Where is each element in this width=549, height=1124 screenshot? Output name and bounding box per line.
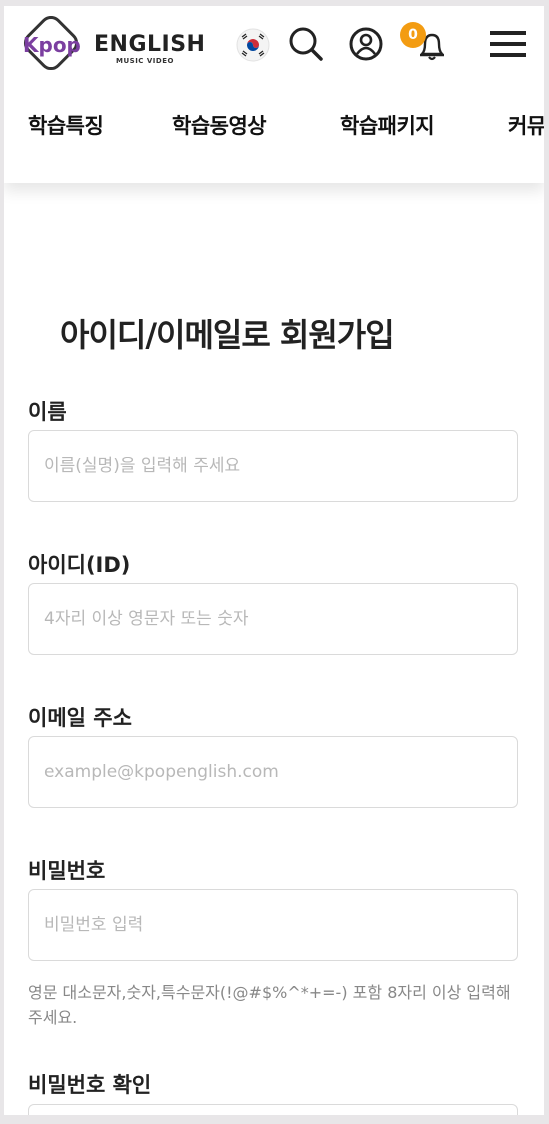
- site-header: Kpop ENGLISH MUSIC VIDEO 0 학습특징 학습동영상 학습…: [4, 6, 544, 183]
- password-hint: 영문 대소문자,숫자,특수문자(!@#$%^*+=-) 포함 8자리 이상 입력…: [28, 983, 511, 1027]
- id-field: [28, 583, 518, 655]
- svg-text:Kpop: Kpop: [23, 33, 81, 57]
- logo-subtext: MUSIC VIDEO: [116, 57, 174, 65]
- password-input[interactable]: [29, 890, 517, 960]
- id-label: 아이디(ID): [28, 553, 131, 577]
- nav-item-learning-videos[interactable]: 학습동영상: [172, 110, 267, 140]
- email-label: 이메일 주소: [28, 706, 132, 730]
- email-field: [28, 736, 518, 808]
- page: Kpop ENGLISH MUSIC VIDEO 0 학습특징 학습동영상 학습…: [4, 6, 544, 1115]
- main-nav: 학습특징 학습동영상 학습패키지 커뮤: [4, 110, 544, 150]
- search-icon[interactable]: [286, 24, 326, 64]
- page-title: 아이디/이메일로 회원가입: [60, 316, 395, 354]
- password-confirm-field: [28, 1104, 518, 1115]
- password-confirm-input[interactable]: [29, 1105, 517, 1115]
- nav-item-learning-packages[interactable]: 학습패키지: [340, 110, 435, 140]
- user-icon[interactable]: [346, 24, 386, 64]
- id-input[interactable]: [29, 584, 517, 654]
- password-confirm-label: 비밀번호 확인: [28, 1073, 152, 1097]
- notification-count-badge: 0: [400, 22, 426, 48]
- logo-text: ENGLISH: [94, 32, 206, 57]
- name-label: 이름: [28, 400, 67, 424]
- korea-flag-icon[interactable]: [236, 28, 270, 62]
- email-input[interactable]: [29, 737, 517, 807]
- password-field: [28, 889, 518, 961]
- logo[interactable]: Kpop ENGLISH MUSIC VIDEO: [18, 16, 205, 78]
- kpop-logo-mark: Kpop: [23, 16, 81, 71]
- hamburger-menu-icon[interactable]: [488, 24, 528, 64]
- nav-item-community[interactable]: 커뮤: [508, 110, 544, 140]
- nav-item-learning-features[interactable]: 학습특징: [28, 110, 104, 140]
- name-input[interactable]: [29, 431, 517, 501]
- password-label: 비밀번호: [28, 859, 106, 883]
- name-field: [28, 430, 518, 502]
